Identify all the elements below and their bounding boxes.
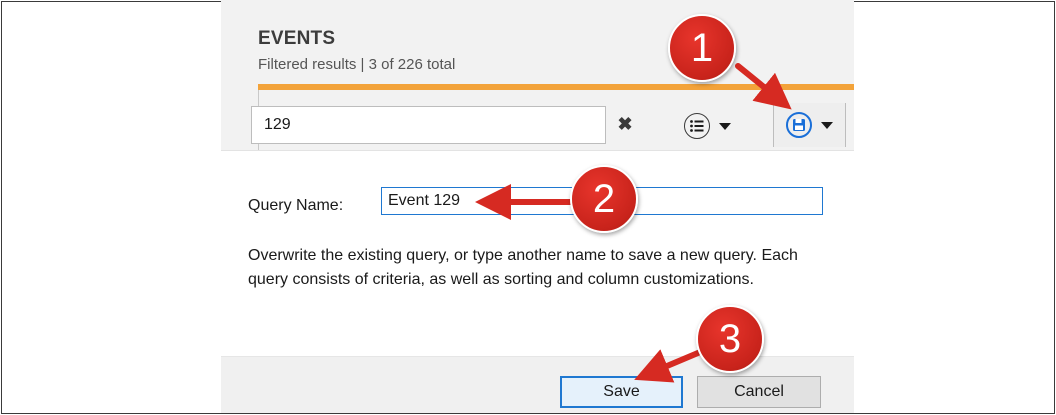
- query-name-label: Query Name:: [248, 197, 344, 214]
- save-query-button[interactable]: [773, 103, 846, 147]
- search-input[interactable]: [251, 106, 606, 144]
- events-header: EVENTS Filtered results | 3 of 226 total…: [221, 0, 854, 150]
- events-subtitle: Filtered results | 3 of 226 total: [258, 56, 456, 73]
- step-2-callout: 2: [570, 165, 638, 233]
- step-3-callout: 3: [696, 305, 764, 373]
- save-disk-icon: [786, 112, 812, 138]
- chevron-down-icon: [821, 121, 833, 129]
- clear-search-icon[interactable]: ✖: [614, 111, 636, 137]
- save-button[interactable]: Save: [560, 376, 683, 408]
- chevron-down-icon: [719, 122, 731, 130]
- events-title: EVENTS: [258, 28, 336, 49]
- description-text: Overwrite the existing query, or type an…: [248, 247, 798, 288]
- list-options-button[interactable]: [684, 110, 731, 142]
- step-1-callout: 1: [668, 14, 736, 82]
- header-divider: [221, 150, 854, 151]
- cancel-button[interactable]: Cancel: [697, 376, 821, 408]
- list-circle-icon: [684, 113, 710, 139]
